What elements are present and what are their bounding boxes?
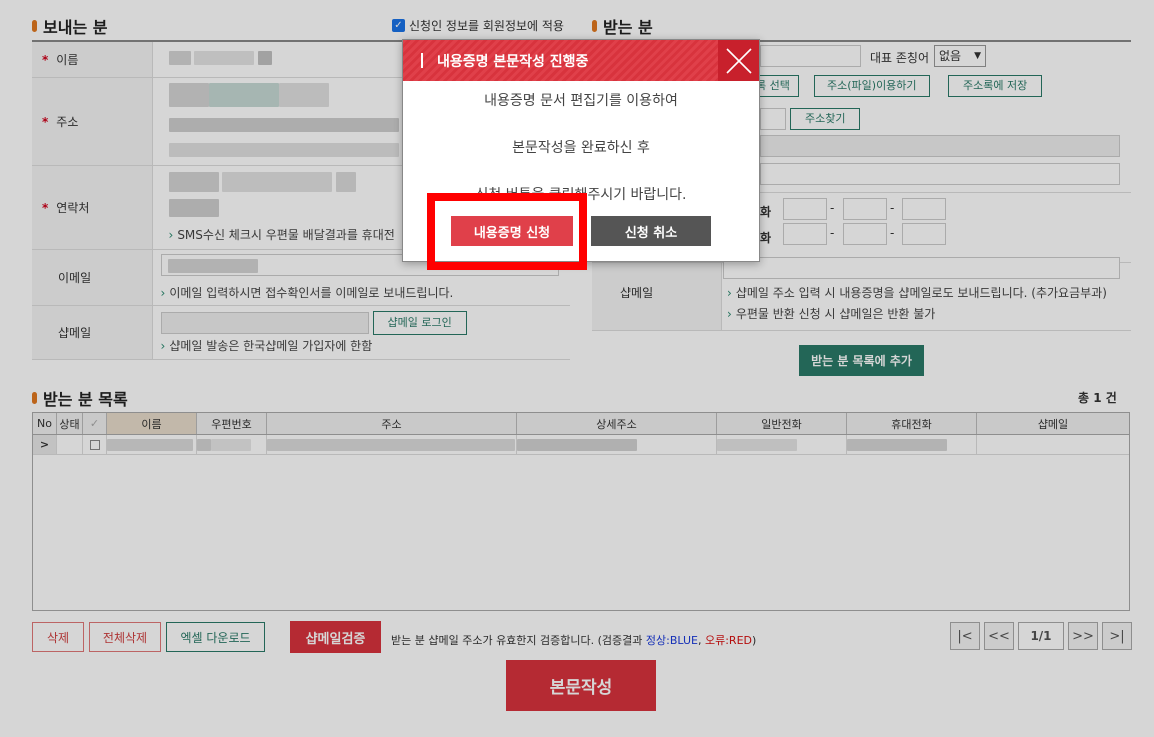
cancel-application-button[interactable]: 신청 취소	[591, 216, 711, 246]
modal-line-1: 내용증명 문서 편집기를 이용하여	[484, 93, 678, 109]
modal-title-bar-icon	[421, 53, 423, 68]
close-icon[interactable]	[718, 40, 759, 81]
modal-title: 내용증명 본문작성 진행중	[437, 53, 589, 70]
highlight-box	[427, 193, 587, 270]
modal-line-2: 본문작성을 완료하신 후	[512, 140, 650, 156]
modal-header: 내용증명 본문작성 진행중	[403, 40, 759, 81]
